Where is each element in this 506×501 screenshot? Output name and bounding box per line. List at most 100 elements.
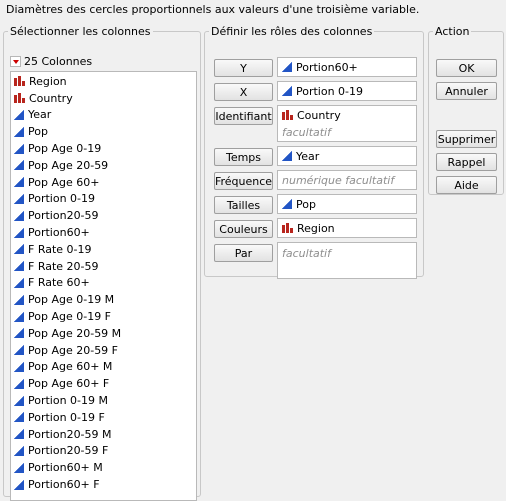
column-list-item[interactable]: Pop Age 20-59 F: [11, 342, 196, 359]
column-list-item[interactable]: Pop Age 20-59: [11, 157, 196, 174]
continuous-icon: [14, 109, 24, 120]
sizes-role-box[interactable]: Pop: [277, 194, 417, 214]
continuous-icon: [14, 294, 24, 305]
continuous-icon: [14, 462, 24, 473]
freq-role-button[interactable]: Fréquence: [214, 172, 273, 190]
time-role-item[interactable]: Year: [278, 147, 416, 165]
continuous-icon: [14, 345, 24, 356]
x-role-button[interactable]: X: [214, 83, 273, 101]
remove-button[interactable]: Supprimer: [436, 130, 497, 148]
select-columns-panel: Sélectionner les colonnes 25 Colonnes Re…: [3, 25, 201, 501]
column-list[interactable]: Region Country Year Pop Pop Age 0-19 Pop Age …: [10, 71, 197, 501]
column-list-item[interactable]: Pop Age 0-19 F: [11, 308, 196, 325]
continuous-icon: [14, 479, 24, 490]
id-role-placeholder: facultatif: [282, 125, 331, 139]
column-list-item[interactable]: Pop Age 0-19 M: [11, 291, 196, 308]
column-list-item[interactable]: Portion60+: [11, 224, 196, 241]
time-role-button[interactable]: Temps: [214, 148, 273, 166]
column-count-header[interactable]: 25 Colonnes: [10, 55, 92, 68]
recall-button[interactable]: Rappel: [436, 153, 497, 171]
column-list-item-label: Portion 0-19 M: [28, 394, 109, 408]
column-list-item-label: F Rate 60+: [28, 276, 90, 290]
column-list-item[interactable]: Region: [11, 73, 196, 90]
column-list-item[interactable]: Portion20-59: [11, 207, 196, 224]
column-list-item-label: Portion20-59 M: [28, 427, 112, 441]
column-list-item-label: Country: [29, 91, 73, 105]
column-list-item-label: Portion60+: [28, 226, 90, 240]
column-list-item[interactable]: F Rate 20-59: [11, 258, 196, 275]
y-role-value: Portion60+: [296, 60, 358, 74]
time-role-box[interactable]: Year: [277, 146, 417, 166]
column-list-item-label: Pop Age 60+ F: [28, 377, 110, 391]
column-list-item[interactable]: Pop Age 60+ M: [11, 359, 196, 376]
id-role-button[interactable]: Identifiant: [214, 107, 273, 125]
column-list-item-label: Pop Age 0-19: [28, 142, 102, 156]
action-title: Action: [435, 25, 470, 38]
x-role-value: Portion 0-19: [296, 84, 364, 98]
freq-role-box[interactable]: numérique facultatif: [277, 170, 417, 190]
colors-role-item[interactable]: Region: [278, 219, 416, 237]
dialog-hint: Diamètres des cercles proportionnels aux…: [6, 3, 420, 16]
x-role-box[interactable]: Portion 0-19: [277, 81, 417, 101]
ok-button[interactable]: OK: [436, 59, 497, 77]
roles-panel: Définir les rôles des colonnes Y Portion…: [204, 25, 424, 279]
column-list-item[interactable]: Year: [11, 107, 196, 124]
colors-role-button[interactable]: Couleurs: [214, 220, 273, 238]
y-role-item[interactable]: Portion60+: [278, 58, 416, 76]
sizes-role-item[interactable]: Pop: [278, 195, 416, 213]
select-columns-title: Sélectionner les colonnes: [10, 25, 151, 38]
column-list-item[interactable]: F Rate 60+: [11, 275, 196, 292]
colors-role-box[interactable]: Region: [277, 218, 417, 238]
freq-role-placeholder: numérique facultatif: [282, 173, 395, 187]
nominal-icon: [14, 93, 25, 104]
roles-title: Définir les rôles des colonnes: [211, 25, 373, 38]
column-list-item[interactable]: Portion60+ M: [11, 459, 196, 476]
column-list-item[interactable]: Portion 0-19 M: [11, 392, 196, 409]
continuous-icon: [282, 62, 292, 72]
disclosure-triangle-icon[interactable]: [10, 56, 21, 67]
column-list-item[interactable]: Portion60+ F: [11, 476, 196, 493]
y-role-button[interactable]: Y: [214, 59, 273, 77]
y-role-box[interactable]: Portion60+: [277, 57, 417, 77]
column-list-item[interactable]: Pop Age 0-19: [11, 140, 196, 157]
column-list-item[interactable]: Pop: [11, 123, 196, 140]
column-list-item[interactable]: Portion20-59 M: [11, 426, 196, 443]
continuous-icon: [14, 261, 24, 272]
column-list-item[interactable]: Portion20-59 F: [11, 443, 196, 460]
by-role-box[interactable]: facultatif: [277, 242, 417, 279]
column-list-item-label: Pop Age 20-59 M: [28, 326, 122, 340]
continuous-icon: [14, 227, 24, 238]
nominal-icon: [282, 110, 293, 120]
column-list-item[interactable]: Pop Age 60+: [11, 174, 196, 191]
column-list-item-label: Pop: [28, 125, 48, 139]
column-list-item[interactable]: Pop Age 20-59 M: [11, 325, 196, 342]
continuous-icon: [282, 151, 292, 161]
continuous-icon: [14, 193, 24, 204]
cancel-button[interactable]: Annuler: [436, 82, 497, 100]
id-role-box[interactable]: Country facultatif: [277, 105, 417, 142]
column-list-item[interactable]: Portion 0-19: [11, 191, 196, 208]
column-list-item-label: Portion 0-19 F: [28, 410, 105, 424]
column-list-item-label: Portion60+ M: [28, 461, 103, 475]
column-list-item-label: Pop Age 0-19 M: [28, 293, 115, 307]
by-role-button[interactable]: Par: [214, 244, 273, 262]
x-role-item[interactable]: Portion 0-19: [278, 82, 416, 100]
continuous-icon: [14, 412, 24, 423]
column-list-item-label: Year: [28, 108, 52, 122]
column-list-item[interactable]: Portion 0-19 F: [11, 409, 196, 426]
column-list-item[interactable]: F Rate 0-19: [11, 241, 196, 258]
continuous-icon: [282, 199, 292, 209]
action-panel: Action OK Annuler Supprimer Rappel Aide: [428, 25, 504, 195]
column-list-item[interactable]: Country: [11, 90, 196, 107]
continuous-icon: [14, 277, 24, 288]
column-list-item[interactable]: Pop Age 60+ F: [11, 375, 196, 392]
column-list-item-label: F Rate 20-59: [28, 259, 99, 273]
id-role-item[interactable]: Country: [278, 106, 416, 124]
time-role-value: Year: [296, 149, 320, 163]
continuous-icon: [14, 177, 24, 188]
column-list-item-label: Pop Age 20-59 F: [28, 343, 119, 357]
help-button[interactable]: Aide: [436, 176, 497, 194]
nominal-icon: [282, 223, 293, 233]
sizes-role-button[interactable]: Tailles: [214, 196, 273, 214]
continuous-icon: [14, 361, 24, 372]
